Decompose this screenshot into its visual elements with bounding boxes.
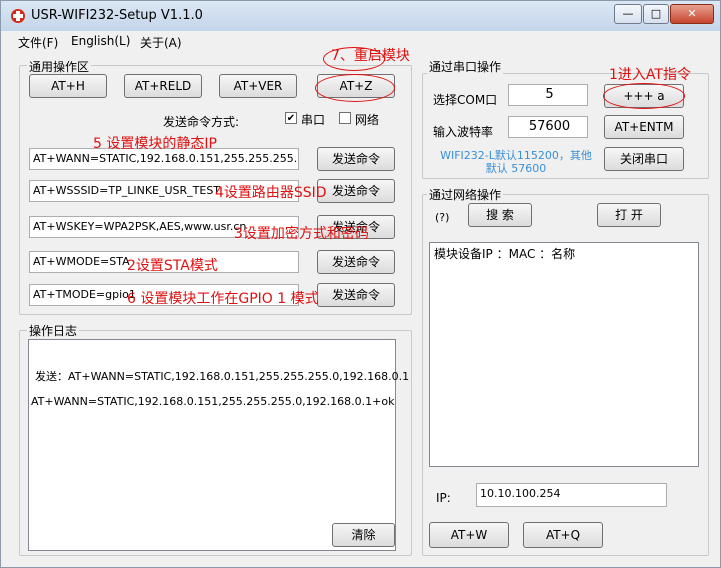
com-port-label: 选择COM口 [433, 93, 498, 107]
window-title: USR-WIFI232-Setup V1.1.0 [31, 8, 203, 23]
clear-log-button[interactable]: 清除 [332, 523, 395, 547]
baud-rate-input[interactable]: 57600 [508, 116, 588, 138]
network-group-title: 通过网络操作 [427, 186, 504, 203]
annotation-ellipse-1 [603, 83, 685, 109]
log-line-2: AT+WANN=STATIC,192.168.0.151,255.255.255… [31, 395, 395, 408]
app-logo-icon [9, 7, 27, 25]
ip-input[interactable]: 10.10.100.254 [476, 483, 667, 507]
baud-hint-text: WIFI232-L默认115200，其他 默认 57600 [431, 149, 601, 175]
send-command-button-1[interactable]: 发送命令 [317, 147, 395, 171]
annotation-4: 4设置路由器SSID [215, 185, 327, 201]
atw-button[interactable]: AT+W [429, 522, 509, 548]
serial-checkbox[interactable]: ✔ [285, 112, 297, 124]
close-serial-button[interactable]: 关闭串口 [604, 147, 684, 171]
app-window: USR-WIFI232-Setup V1.1.0 — □ ✕ 文件(F) Eng… [0, 0, 721, 568]
annotation-2: 2设置STA模式 [127, 258, 218, 274]
menu-about[interactable]: 关于(A) [140, 34, 182, 51]
atreld-button[interactable]: AT+RELD [124, 74, 202, 98]
send-command-button-2[interactable]: 发送命令 [317, 179, 395, 203]
search-button[interactable]: 搜 索 [468, 203, 532, 227]
annotation-1: 1进入AT指令 [609, 67, 691, 83]
network-checkbox-label: 网络 [355, 113, 380, 127]
send-command-button-4[interactable]: 发送命令 [317, 250, 395, 274]
maximize-button[interactable]: □ [643, 4, 669, 24]
annotation-6: 6 设置模块工作在GPIO 1 模式 [127, 291, 319, 307]
device-list[interactable] [429, 242, 699, 467]
minimize-button[interactable]: — [614, 4, 642, 24]
network-checkbox[interactable] [339, 112, 351, 124]
annotation-5: 5 设置模块的静态IP [93, 136, 217, 152]
ath-button[interactable]: AT+H [29, 74, 107, 98]
close-button[interactable]: ✕ [670, 4, 714, 24]
atver-button[interactable]: AT+VER [219, 74, 297, 98]
menu-file[interactable]: 文件(F) [18, 34, 58, 51]
annotation-7: 7、重启模块 [331, 48, 410, 64]
ip-label: IP: [436, 491, 451, 505]
baud-rate-label: 输入波特率 [433, 125, 494, 139]
title-bar: USR-WIFI232-Setup V1.1.0 — □ ✕ [1, 1, 720, 31]
open-button[interactable]: 打 开 [597, 203, 661, 227]
baud-hint-line-2: 默认 57600 [485, 162, 547, 175]
annotation-ellipse-atz [315, 74, 395, 102]
general-group-title: 通用操作区 [27, 58, 92, 75]
serial-group-title: 通过串口操作 [427, 58, 504, 75]
device-list-header: 模块设备IP ：MAC ：名称 [434, 247, 576, 261]
menu-english[interactable]: English(L) [71, 34, 130, 48]
log-group-title: 操作日志 [27, 322, 80, 339]
baud-hint-line-1: WIFI232-L默认115200，其他 [440, 149, 592, 162]
atq-button[interactable]: AT+Q [523, 522, 603, 548]
send-mode-label: 发送命令方式: [163, 115, 240, 129]
annotation-3: 3设置加密方式和密码 [234, 226, 369, 242]
serial-checkbox-label: 串口 [301, 113, 326, 127]
send-command-button-5[interactable]: 发送命令 [317, 283, 395, 307]
atentm-button[interactable]: AT+ENTM [604, 115, 684, 139]
help-icon[interactable]: (?) [435, 211, 449, 224]
log-line-1: 发送：AT+WANN=STATIC,192.168.0.151,255.255.… [35, 370, 410, 383]
com-port-input[interactable]: 5 [508, 84, 588, 106]
